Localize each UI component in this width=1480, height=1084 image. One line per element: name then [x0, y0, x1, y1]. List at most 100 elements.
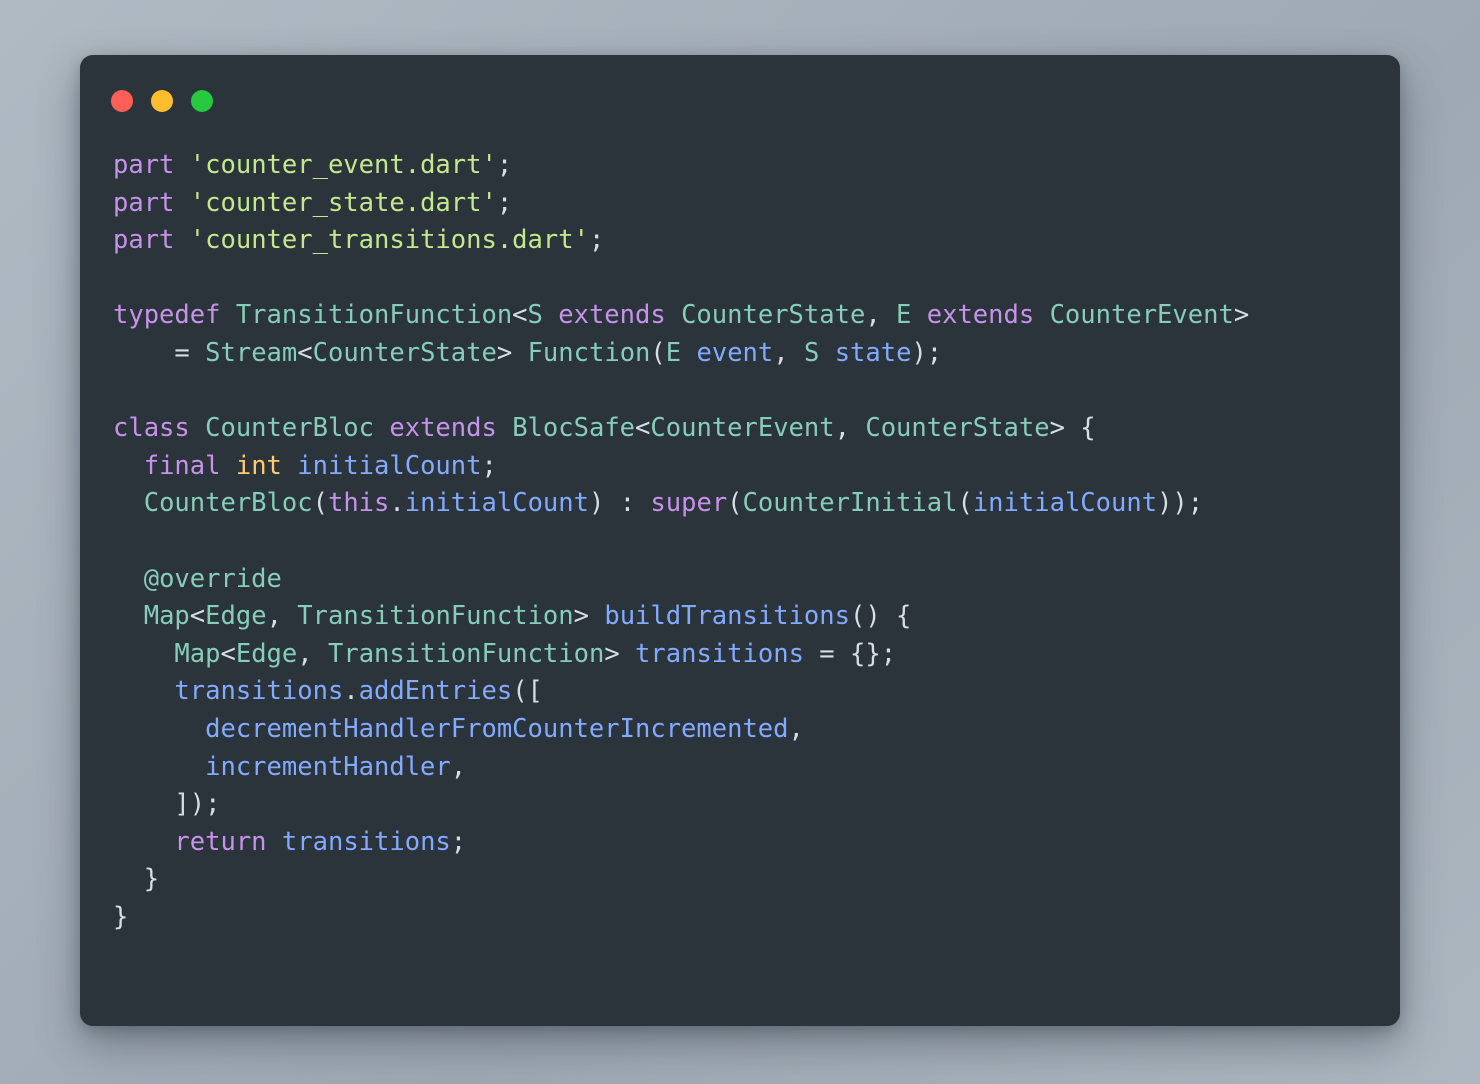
punctuation: , [865, 300, 881, 331]
code-line: } [113, 902, 128, 932]
punctuation: )); [1157, 488, 1204, 519]
punctuation: , [297, 638, 313, 669]
punctuation: ( [727, 488, 743, 519]
punctuation: ; [450, 826, 467, 857]
keyword-part: part [113, 225, 175, 256]
type-param-e: E [665, 337, 682, 368]
punctuation: ; [496, 187, 513, 218]
punctuation: ( [312, 488, 328, 519]
code-line: ]); [113, 789, 220, 819]
punctuation: ; [496, 150, 513, 180]
keyword-int: int [235, 450, 282, 481]
code-line: final int initialCount; [113, 451, 497, 481]
punctuation: < [189, 601, 206, 632]
punctuation: } [113, 901, 129, 932]
window-titlebar [80, 55, 1400, 147]
screenshot-stage: part 'counter_event.dart'; part 'counter… [0, 0, 1480, 1084]
code-line: typedef TransitionFunction<S extends Cou… [113, 300, 1249, 330]
punctuation: > [573, 601, 589, 632]
punctuation: . [343, 676, 359, 707]
keyword-class: class [113, 413, 190, 444]
code-line: incrementHandler, [113, 752, 466, 782]
type-counterstate: CounterState [865, 413, 1050, 444]
punctuation: > [604, 638, 620, 669]
punctuation: , [266, 601, 282, 632]
ident-transitions: transitions [174, 676, 344, 707]
type-blocsafe: BlocSafe [512, 413, 636, 444]
ident-decrement-handler: decrementHandlerFromCounterIncremented [205, 713, 789, 744]
punctuation: = [174, 337, 190, 368]
code-line: class CounterBloc extends BlocSafe<Count… [113, 413, 1096, 443]
ident-transitions: transitions [635, 638, 804, 669]
punctuation: > { [1049, 413, 1096, 444]
string-counter-event: 'counter_event.dart' [189, 150, 497, 180]
punctuation: > [1233, 300, 1250, 331]
code-window: part 'counter_event.dart'; part 'counter… [80, 55, 1400, 1026]
keyword-extends: extends [389, 413, 497, 444]
ident-initialcount: initialCount [297, 450, 482, 481]
type-transitionfunction: TransitionFunction [327, 638, 605, 669]
type-counterstate: CounterState [312, 337, 497, 368]
punctuation: > [496, 337, 513, 368]
punctuation: , [773, 337, 789, 368]
maximize-button[interactable] [191, 90, 213, 112]
method-buildtransitions: buildTransitions [604, 601, 850, 632]
type-counterbloc: CounterBloc [143, 488, 313, 519]
code-line: Map<Edge, TransitionFunction> transition… [113, 639, 896, 669]
ident-transitions: transitions [281, 826, 451, 857]
code-area[interactable]: part 'counter_event.dart'; part 'counter… [80, 147, 1400, 1026]
punctuation: ; [588, 225, 605, 256]
keyword-this: this [327, 488, 390, 519]
punctuation: ); [911, 337, 943, 368]
type-stream: Stream [205, 337, 298, 368]
code-line: decrementHandlerFromCounterIncremented, [113, 714, 804, 744]
type-transitionfunction: TransitionFunction [235, 300, 513, 331]
ident-initialcount: initialCount [972, 488, 1158, 519]
code-line: part 'counter_transitions.dart'; [113, 225, 604, 255]
punctuation: ( [957, 488, 973, 519]
type-function: Function [527, 337, 651, 368]
code-line: } [113, 864, 159, 894]
punctuation: , [450, 751, 467, 782]
annotation-override: @override [143, 563, 282, 594]
code-line: CounterBloc(this.initialCount) : super(C… [113, 488, 1203, 518]
code-line: = Stream<CounterState> Function(E event,… [113, 338, 942, 368]
minimize-button[interactable] [151, 90, 173, 112]
punctuation: < [635, 413, 651, 444]
close-button[interactable] [111, 90, 133, 112]
ident-event: event [696, 337, 774, 368]
type-map: Map [174, 638, 221, 669]
type-counterbloc: CounterBloc [205, 413, 375, 444]
punctuation: < [297, 337, 313, 368]
ident-initialcount: initialCount [404, 488, 589, 519]
code-line: part 'counter_state.dart'; [113, 188, 512, 218]
punctuation: ]); [174, 789, 221, 820]
punctuation: ; [481, 450, 497, 481]
punctuation: < [220, 638, 236, 669]
punctuation: ( [650, 337, 666, 368]
type-param-s: S [803, 337, 820, 368]
punctuation: = {}; [819, 638, 897, 669]
keyword-extends: extends [926, 300, 1035, 331]
type-counterevent: CounterEvent [650, 413, 835, 444]
string-counter-transitions: 'counter_transitions.dart' [189, 225, 589, 256]
punctuation: ) : [588, 488, 651, 519]
code-line: part 'counter_event.dart'; [113, 150, 512, 180]
type-counterinitial: CounterInitial [742, 488, 958, 519]
punctuation: < [512, 300, 528, 331]
punctuation: () { [849, 601, 912, 632]
code-block[interactable]: part 'counter_event.dart'; part 'counter… [113, 147, 1378, 936]
code-line: return transitions; [113, 827, 466, 857]
type-edge: Edge [235, 638, 298, 669]
method-addentries: addEntries [358, 676, 513, 707]
punctuation: . [389, 488, 405, 519]
punctuation: } [143, 864, 160, 895]
type-edge: Edge [205, 601, 267, 632]
type-param-s: S [527, 300, 543, 331]
code-line: Map<Edge, TransitionFunction> buildTrans… [113, 601, 912, 632]
code-line: @override [113, 564, 282, 594]
punctuation: , [834, 413, 850, 444]
keyword-part: part [113, 150, 175, 180]
type-transitionfunction: TransitionFunction [297, 601, 574, 632]
